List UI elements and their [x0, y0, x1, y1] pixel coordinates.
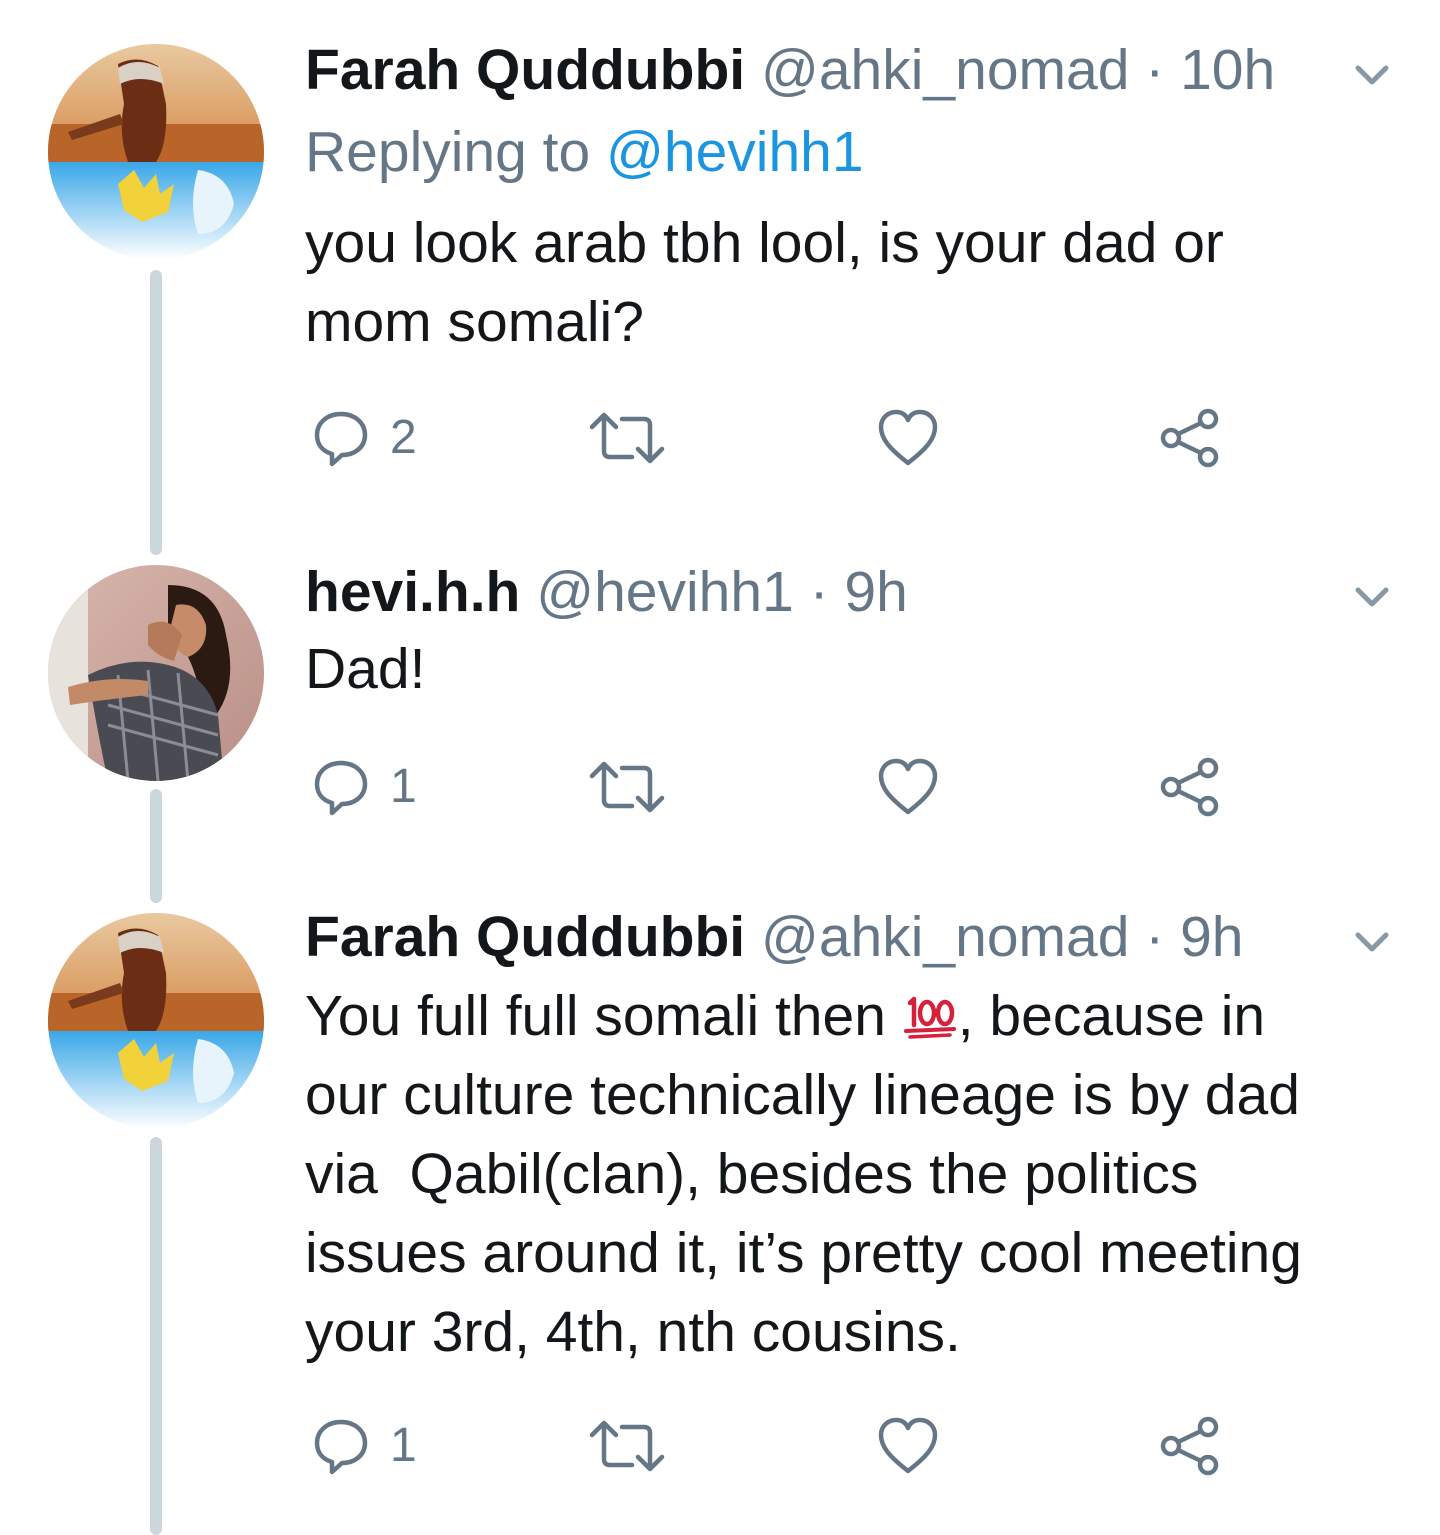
- timestamp[interactable]: 9h: [1180, 905, 1243, 969]
- reply-button[interactable]: 2: [310, 403, 417, 473]
- share-icon: [1160, 408, 1219, 468]
- user-handle[interactable]: @hevihh1: [536, 560, 794, 624]
- tweet-text-segment: , because in: [957, 984, 1266, 1048]
- separator-dot: ·: [809, 560, 829, 624]
- tweet-text-line: our culture technically lineage is by da…: [305, 1063, 1300, 1127]
- tweet-text-line: your 3rd, 4th, nth cousins.: [305, 1300, 961, 1364]
- retweet-button[interactable]: [588, 752, 666, 822]
- tweet-text: You full full somali then , because in o…: [305, 977, 1385, 1372]
- avatar-image: [48, 565, 264, 781]
- retweet-icon: [589, 412, 665, 464]
- display-name[interactable]: hevi.h.h: [305, 560, 520, 624]
- reply-icon: [314, 411, 368, 467]
- reply-icon: [314, 760, 368, 816]
- like-button[interactable]: [876, 752, 940, 822]
- chevron-down-icon: [1355, 932, 1389, 952]
- heart-icon: [878, 409, 938, 466]
- tweet-menu-button[interactable]: [1348, 50, 1396, 98]
- hundred-points-emoji: [903, 996, 956, 1039]
- tweet-actions: 2: [0, 403, 1440, 473]
- timestamp[interactable]: 10h: [1180, 38, 1275, 102]
- reply-button[interactable]: 1: [310, 1411, 417, 1481]
- tweet-text: Dad!: [305, 630, 1385, 709]
- separator-dot: ·: [1145, 905, 1165, 969]
- avatar[interactable]: [48, 565, 264, 781]
- chevron-down-icon: [1355, 587, 1389, 607]
- like-button[interactable]: [876, 403, 940, 473]
- tweet-text-line: mom somali?: [305, 290, 644, 354]
- tweet-text-line: You full full somali then , because in: [305, 977, 1385, 1056]
- heart-icon: [878, 1417, 938, 1474]
- tweet-header: Farah Quddubbi @ahki_nomad · 9h: [305, 905, 1243, 969]
- tweet-menu-button[interactable]: [1348, 917, 1396, 965]
- replying-to-mention[interactable]: @hevihh1: [606, 120, 864, 184]
- share-button[interactable]: [1158, 403, 1222, 473]
- avatar[interactable]: [48, 913, 264, 1129]
- like-button[interactable]: [876, 1411, 940, 1481]
- share-button[interactable]: [1158, 752, 1222, 822]
- retweet-icon: [589, 1420, 665, 1472]
- share-icon: [1160, 1416, 1219, 1476]
- display-name[interactable]: Farah Quddubbi: [305, 38, 745, 102]
- user-handle[interactable]: @ahki_nomad: [761, 905, 1129, 969]
- timestamp[interactable]: 9h: [844, 560, 907, 624]
- tweet-header: Farah Quddubbi @ahki_nomad · 10h: [305, 38, 1275, 102]
- share-icon: [1160, 757, 1219, 817]
- reply-count: 1: [390, 760, 417, 813]
- chevron-down-icon: [1355, 65, 1389, 85]
- tweet-text-segment: You full full somali then: [305, 984, 902, 1048]
- reply-icon: [314, 1419, 368, 1475]
- reply-count: 1: [390, 1419, 417, 1472]
- avatar[interactable]: [48, 44, 264, 260]
- heart-icon: [878, 758, 938, 815]
- tweet-header: hevi.h.h @hevihh1 · 9h: [305, 560, 908, 624]
- reply-button[interactable]: 1: [310, 752, 417, 822]
- replying-to-label: Replying to: [305, 120, 591, 184]
- separator-dot: ·: [1145, 38, 1165, 102]
- tweet-menu-button[interactable]: [1348, 572, 1396, 620]
- tweet-3[interactable]: Farah Quddubbi @ahki_nomad · 9h You full…: [0, 905, 1440, 1535]
- tweet-actions: 1: [0, 1411, 1440, 1481]
- tweet-text-line: issues around it, it’s pretty cool meeti…: [305, 1221, 1302, 1285]
- user-handle[interactable]: @ahki_nomad: [761, 38, 1129, 102]
- share-button[interactable]: [1158, 1411, 1222, 1481]
- reply-count: 2: [390, 411, 417, 464]
- tweet-1[interactable]: Farah Quddubbi @ahki_nomad · 10h Replyin…: [0, 0, 1440, 560]
- tweet-text: you look arab tbh lool, is your dad or m…: [305, 204, 1385, 362]
- avatar-image: [48, 913, 264, 1129]
- replying-to: Replying to @hevihh1: [305, 120, 864, 184]
- display-name[interactable]: Farah Quddubbi: [305, 905, 745, 969]
- retweet-icon: [589, 761, 665, 813]
- tweet-actions: 1: [0, 752, 1440, 822]
- retweet-button[interactable]: [588, 403, 666, 473]
- tweet-text-line: you look arab tbh lool, is your dad or: [305, 211, 1224, 275]
- tweet-2[interactable]: hevi.h.h @hevihh1 · 9h Dad! 1: [0, 560, 1440, 905]
- avatar-image: [48, 44, 264, 260]
- retweet-button[interactable]: [588, 1411, 666, 1481]
- tweet-text-line: via Qabil(clan), besides the politics: [305, 1142, 1199, 1206]
- tweet-text-line: Dad!: [305, 637, 426, 701]
